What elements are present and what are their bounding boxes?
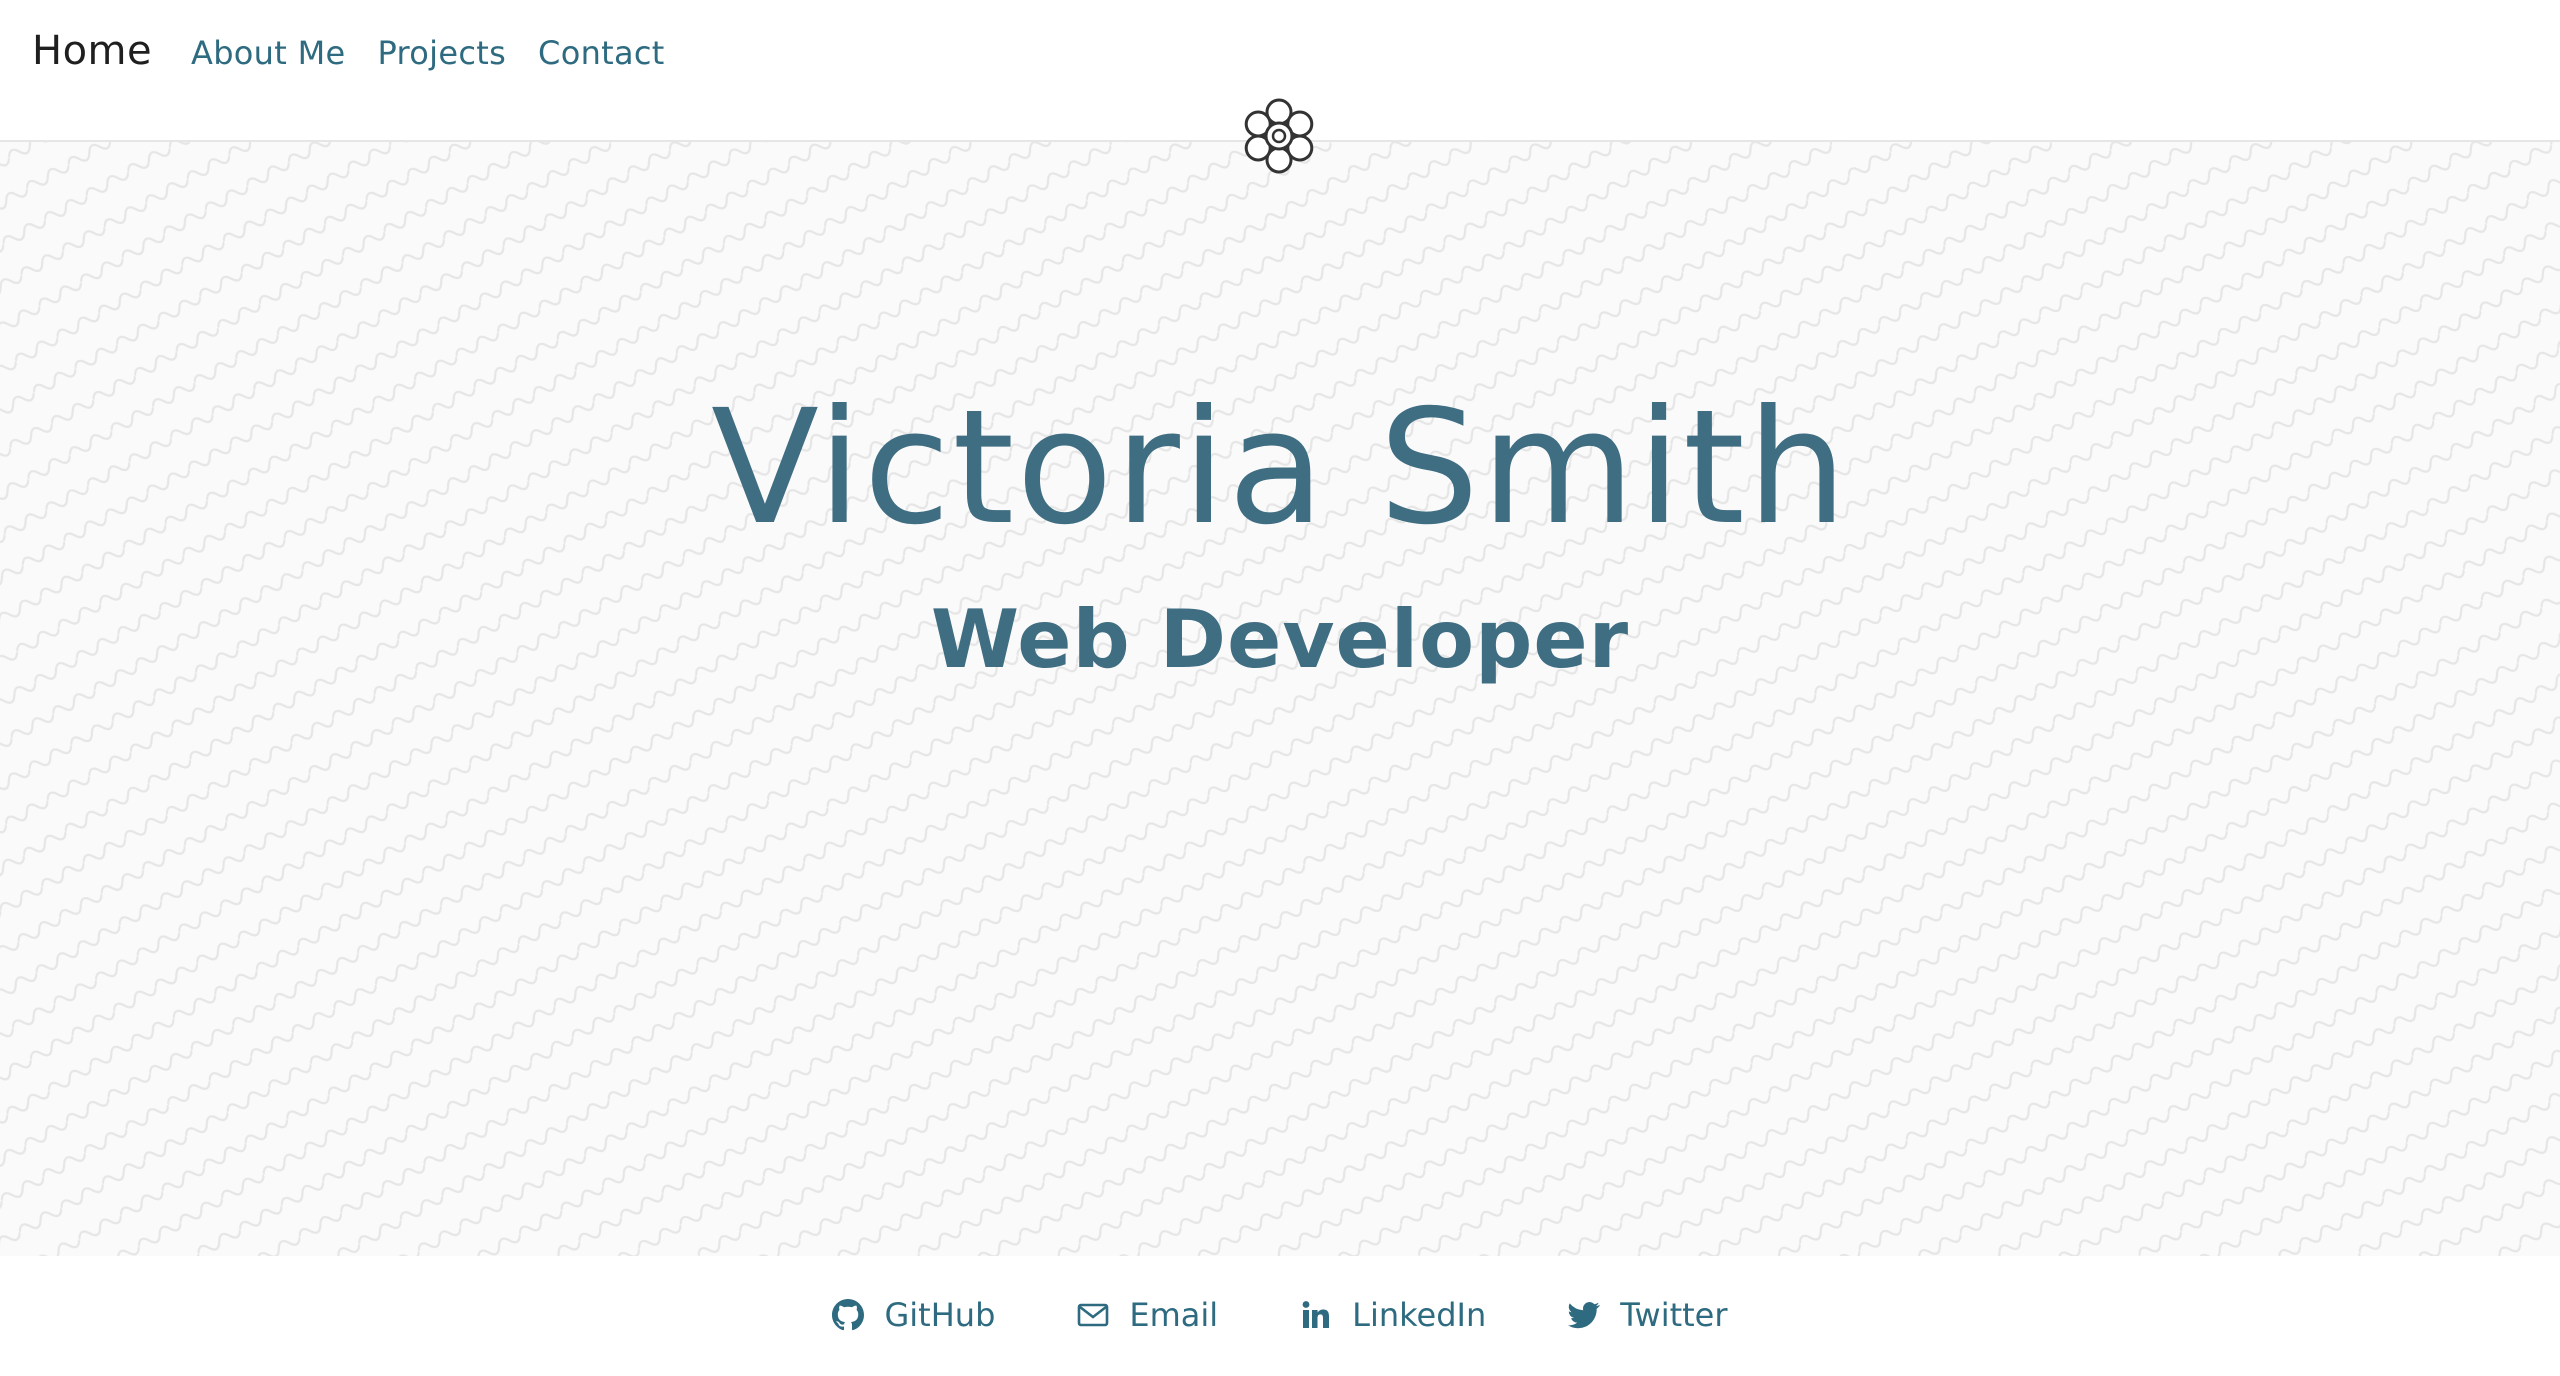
social-links: GitHub Email LinkedIn Twitter: [0, 1296, 2560, 1334]
footer: GitHub Email LinkedIn Twitter: [0, 1256, 2560, 1376]
linkedin-label: LinkedIn: [1352, 1296, 1487, 1334]
nav-links: About Me Projects Contact: [191, 34, 665, 72]
github-label: GitHub: [884, 1296, 996, 1334]
email-label: Email: [1129, 1296, 1219, 1334]
github-link[interactable]: GitHub: [832, 1296, 995, 1334]
linkedin-icon: [1300, 1299, 1332, 1331]
nav-about-link[interactable]: About Me: [191, 34, 345, 72]
nav-contact-link[interactable]: Contact: [538, 34, 665, 72]
envelope-icon: [1077, 1299, 1109, 1331]
twitter-label: Twitter: [1620, 1296, 1728, 1334]
background-pattern: [0, 142, 2560, 1256]
twitter-icon: [1568, 1299, 1601, 1331]
nav-home-link[interactable]: Home: [32, 28, 152, 74]
hero-name: Victoria Smith: [710, 376, 1850, 560]
flower-icon: [1241, 98, 1317, 174]
email-link[interactable]: Email: [1077, 1296, 1218, 1334]
twitter-link[interactable]: Twitter: [1568, 1296, 1728, 1334]
hero-section: Victoria Smith Web Developer: [0, 142, 2560, 1256]
hero-subtitle: Web Developer: [930, 593, 1630, 686]
linkedin-link[interactable]: LinkedIn: [1300, 1296, 1486, 1334]
nav-projects-link[interactable]: Projects: [377, 34, 506, 72]
page: Home About Me Projects Contact Victoria …: [0, 0, 2560, 1376]
github-icon: [832, 1299, 865, 1331]
